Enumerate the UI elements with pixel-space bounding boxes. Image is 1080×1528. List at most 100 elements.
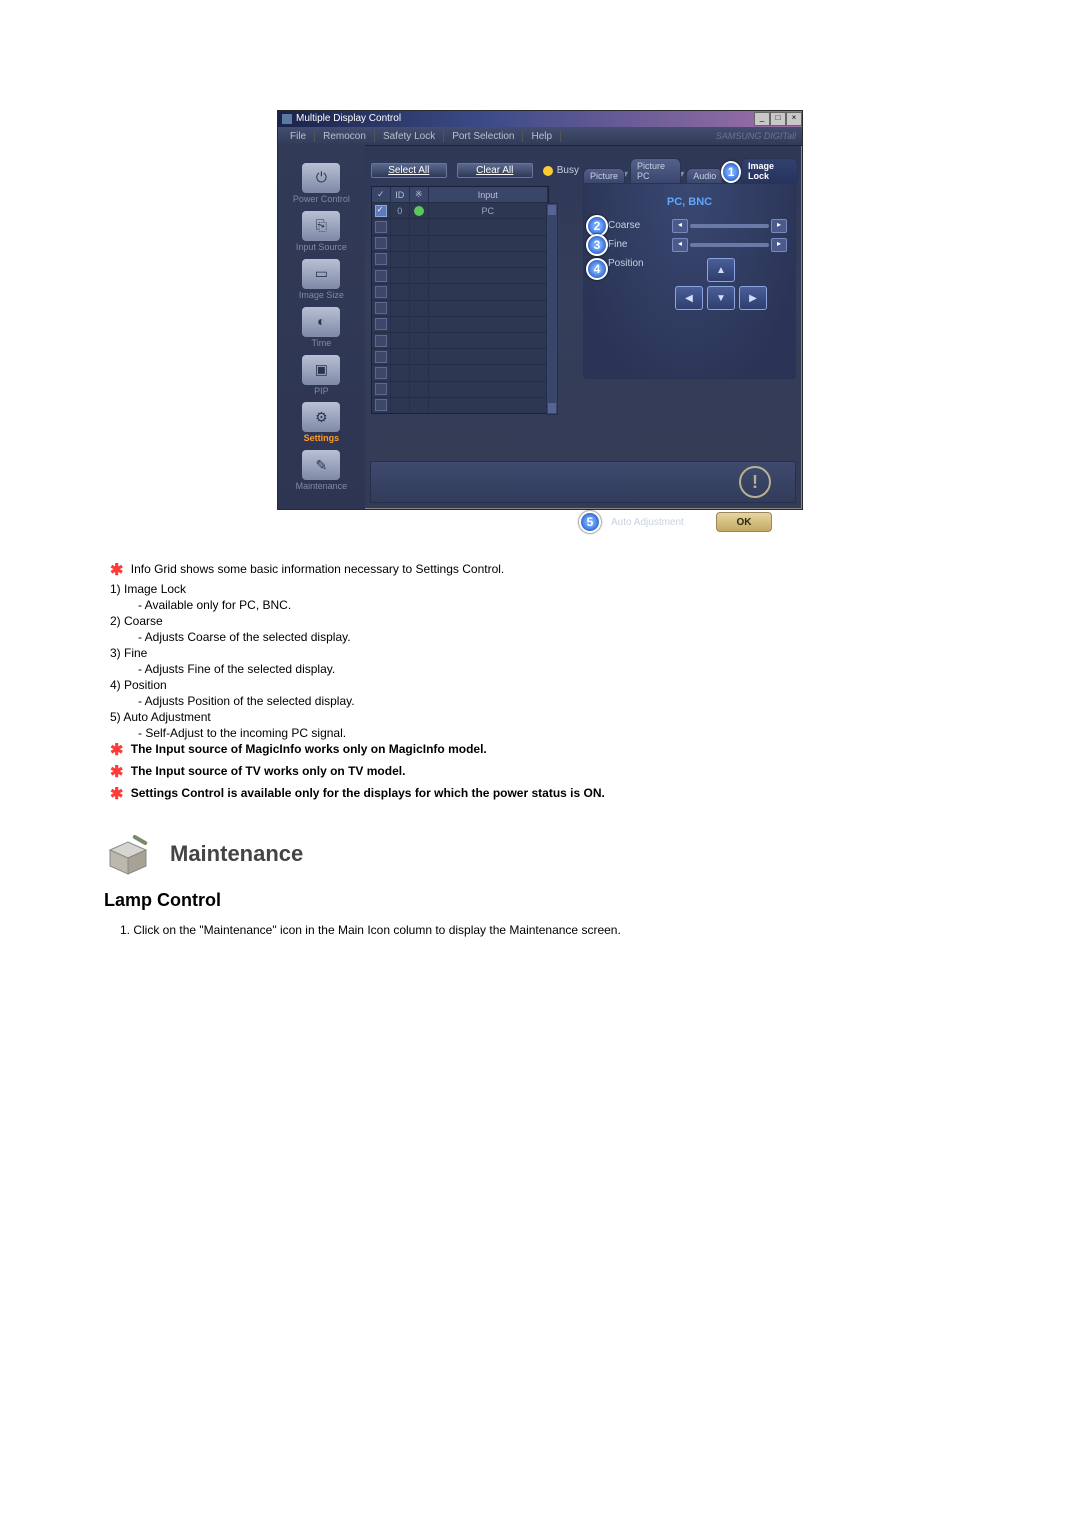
table-row[interactable] bbox=[372, 218, 548, 234]
sidebar-item-time[interactable]: ◐ Time bbox=[282, 307, 361, 349]
position-up-button[interactable]: ▲ bbox=[707, 258, 735, 282]
row-checkbox[interactable] bbox=[375, 335, 387, 347]
maintenance-cube-icon bbox=[102, 832, 154, 876]
tab-image-lock[interactable]: Image Lock bbox=[741, 158, 798, 183]
window-title: Multiple Display Control bbox=[296, 111, 401, 127]
select-all-button[interactable]: Select All bbox=[371, 163, 447, 178]
sidebar-item-pip[interactable]: ▣ PIP bbox=[282, 355, 361, 397]
section-title: Maintenance bbox=[170, 841, 303, 867]
sidebar-item-settings[interactable]: ⚙ Settings bbox=[282, 402, 361, 444]
row-checkbox[interactable] bbox=[375, 302, 387, 314]
busy-indicator: Busy bbox=[543, 165, 579, 176]
menu-file[interactable]: File bbox=[282, 131, 315, 142]
callout-badge-5: 5 bbox=[579, 511, 601, 533]
close-button[interactable]: × bbox=[786, 112, 802, 126]
position-down-button[interactable]: ▼ bbox=[707, 286, 735, 310]
star-icon: ✱ bbox=[110, 764, 123, 781]
row-checkbox[interactable] bbox=[375, 286, 387, 298]
coarse-slider[interactable]: ◂ ▸ bbox=[672, 222, 787, 230]
titlebar: Multiple Display Control _ □ × bbox=[278, 111, 802, 127]
menu-port-selection[interactable]: Port Selection bbox=[444, 131, 523, 142]
scroll-up-button[interactable] bbox=[548, 205, 556, 215]
ok-button[interactable]: OK bbox=[716, 512, 772, 532]
tab-picture-pc[interactable]: Picture PC bbox=[630, 158, 681, 183]
minimize-button[interactable]: _ bbox=[754, 112, 770, 126]
status-icon bbox=[414, 206, 424, 216]
row-checkbox[interactable] bbox=[375, 367, 387, 379]
slider-track[interactable] bbox=[690, 224, 769, 228]
tab-row: Picture ▾ Picture PC ▾ Audio 1 Image Loc… bbox=[583, 163, 796, 183]
table-row[interactable] bbox=[372, 332, 548, 348]
footer-bar: ! bbox=[370, 461, 796, 503]
item-5: 5) Auto Adjustment bbox=[110, 710, 970, 724]
sidebar-item-label: Maintenance bbox=[282, 482, 361, 492]
slider-left-button[interactable]: ◂ bbox=[672, 238, 688, 252]
coarse-label: Coarse bbox=[608, 220, 666, 231]
power-icon: ⏻ bbox=[302, 163, 340, 193]
table-row[interactable] bbox=[372, 267, 548, 283]
sidebar-item-label: Time bbox=[282, 339, 361, 349]
item-4-sub: - Adjusts Position of the selected displ… bbox=[138, 694, 970, 708]
note-tv: ✱ The Input source of TV works only on T… bbox=[110, 762, 970, 782]
item-1: 1) Image Lock bbox=[110, 582, 970, 596]
clear-all-button[interactable]: Clear All bbox=[457, 163, 533, 178]
step-1: 1. Click on the "Maintenance" icon in th… bbox=[120, 923, 970, 937]
maximize-button[interactable]: □ bbox=[770, 112, 786, 126]
table-row[interactable] bbox=[372, 381, 548, 397]
row-checkbox[interactable] bbox=[375, 399, 387, 411]
table-row[interactable]: 0 PC bbox=[372, 202, 548, 218]
item-3: 3) Fine bbox=[110, 646, 970, 660]
menu-help[interactable]: Help bbox=[523, 131, 561, 142]
row-id: 0 bbox=[391, 203, 410, 218]
col-check[interactable]: ✓ bbox=[372, 187, 391, 202]
fine-slider[interactable]: ◂ ▸ bbox=[672, 241, 787, 249]
sidebar-item-power-control[interactable]: ⏻ Power Control bbox=[282, 163, 361, 205]
table-row[interactable] bbox=[372, 316, 548, 332]
slider-track[interactable] bbox=[690, 243, 769, 247]
col-status[interactable]: ※ bbox=[410, 187, 429, 202]
table-row[interactable] bbox=[372, 283, 548, 299]
maintenance-icon: ✎ bbox=[302, 450, 340, 480]
menu-remocon[interactable]: Remocon bbox=[315, 131, 375, 142]
row-checkbox[interactable] bbox=[375, 383, 387, 395]
table-row[interactable] bbox=[372, 251, 548, 267]
slider-right-button[interactable]: ▸ bbox=[771, 238, 787, 252]
grid-scrollbar[interactable] bbox=[546, 203, 558, 415]
row-checkbox[interactable] bbox=[375, 351, 387, 363]
col-input[interactable]: Input bbox=[429, 187, 548, 202]
brand-label: SAMSUNG DIGITall bbox=[716, 131, 802, 141]
slider-left-button[interactable]: ◂ bbox=[672, 219, 688, 233]
position-right-button[interactable]: ▶ bbox=[739, 286, 767, 310]
row-checkbox[interactable] bbox=[375, 253, 387, 265]
row-checkbox[interactable] bbox=[375, 237, 387, 249]
scroll-down-button[interactable] bbox=[548, 403, 556, 413]
table-row[interactable] bbox=[372, 300, 548, 316]
sidebar-item-input-source[interactable]: ⎘ Input Source bbox=[282, 211, 361, 253]
settings-panel: Picture ▾ Picture PC ▾ Audio 1 Image Loc… bbox=[579, 145, 802, 509]
item-4: 4) Position bbox=[110, 678, 970, 692]
table-row[interactable] bbox=[372, 348, 548, 364]
note-magicinfo: ✱ The Input source of MagicInfo works on… bbox=[110, 740, 970, 760]
row-checkbox[interactable] bbox=[375, 318, 387, 330]
row-input: PC bbox=[429, 203, 548, 218]
table-row[interactable] bbox=[372, 397, 548, 413]
item-2: 2) Coarse bbox=[110, 614, 970, 628]
menubar: File Remocon Safety Lock Port Selection … bbox=[278, 127, 802, 146]
col-id[interactable]: ID bbox=[391, 187, 410, 202]
sidebar-item-image-size[interactable]: ▭ Image Size bbox=[282, 259, 361, 301]
item-2-sub: - Adjusts Coarse of the selected display… bbox=[138, 630, 970, 644]
center-column: Select All Clear All Busy ✓ ID ※ Input bbox=[365, 145, 579, 509]
row-checkbox[interactable] bbox=[375, 205, 387, 217]
row-checkbox[interactable] bbox=[375, 270, 387, 282]
slider-right-button[interactable]: ▸ bbox=[771, 219, 787, 233]
table-row[interactable] bbox=[372, 364, 548, 380]
row-checkbox[interactable] bbox=[375, 221, 387, 233]
sidebar-item-maintenance[interactable]: ✎ Maintenance bbox=[282, 450, 361, 492]
tab-audio[interactable]: Audio bbox=[686, 168, 723, 183]
tab-picture[interactable]: Picture bbox=[583, 168, 625, 183]
auto-adjustment-label: Auto Adjustment bbox=[611, 517, 684, 528]
table-row[interactable] bbox=[372, 235, 548, 251]
menu-safety-lock[interactable]: Safety Lock bbox=[375, 131, 444, 142]
sidebar-item-label: Settings bbox=[282, 434, 361, 444]
position-left-button[interactable]: ◀ bbox=[675, 286, 703, 310]
